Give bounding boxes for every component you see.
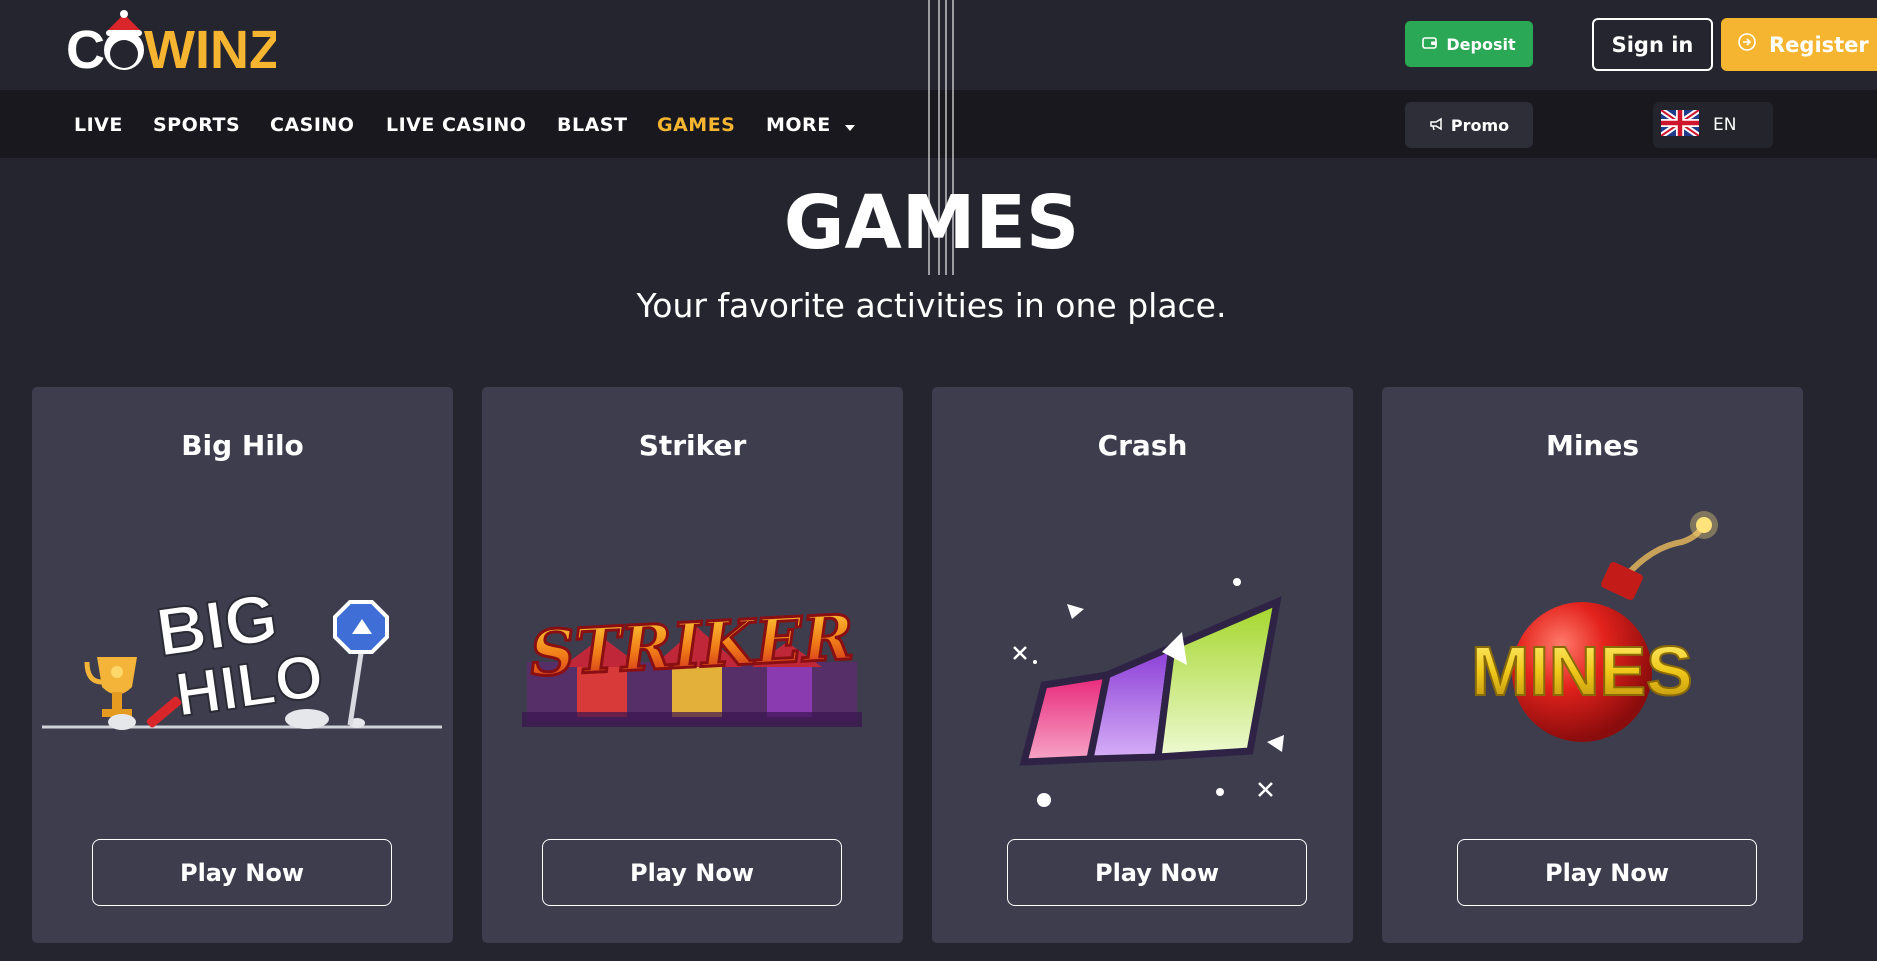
deposit-button[interactable]: Deposit bbox=[1405, 21, 1533, 67]
promo-button[interactable]: Promo bbox=[1405, 102, 1533, 148]
game-title: Big Hilo bbox=[181, 429, 304, 462]
language-label: EN bbox=[1713, 115, 1737, 135]
game-card-crash: Crash Play Now bbox=[932, 387, 1353, 943]
sign-in-button[interactable]: Sign in bbox=[1592, 18, 1713, 71]
wallet-icon bbox=[1422, 35, 1438, 54]
play-now-button[interactable]: Play Now bbox=[1457, 839, 1757, 906]
page-title: GAMES bbox=[783, 180, 1080, 266]
page-subtitle: Your favorite activities in one place. bbox=[636, 286, 1227, 325]
nav-item-more-label: MORE bbox=[766, 114, 831, 136]
play-now-button[interactable]: Play Now bbox=[542, 839, 842, 906]
nav-item-casino[interactable]: CASINO bbox=[270, 114, 354, 136]
caret-down-icon bbox=[844, 115, 856, 137]
nav-item-more[interactable]: MORE bbox=[766, 114, 856, 137]
striker-image: STRIKER bbox=[482, 507, 903, 807]
game-title: Mines bbox=[1545, 429, 1640, 462]
nav-item-live-casino[interactable]: LIVE CASINO bbox=[386, 114, 526, 136]
sign-in-label: Sign in bbox=[1611, 32, 1694, 57]
big-hilo-image: BIG HILO bbox=[32, 507, 453, 807]
logo-mark: C WINZ bbox=[66, 10, 282, 80]
game-title: Crash bbox=[1097, 429, 1188, 462]
nav-item-games[interactable]: GAMES bbox=[657, 114, 735, 136]
nav-item-live[interactable]: LIVE bbox=[74, 114, 123, 136]
game-card-striker: Striker STRIKER Play Now bbox=[482, 387, 903, 943]
site-logo[interactable]: C WINZ bbox=[66, 10, 282, 80]
deposit-label: Deposit bbox=[1446, 34, 1516, 54]
game-title: Striker bbox=[638, 429, 747, 462]
svg-text:C: C bbox=[66, 20, 105, 80]
crash-image bbox=[932, 507, 1353, 807]
logo-text: WINZ bbox=[144, 20, 276, 80]
game-card-mines: Mines MINES Play Now bbox=[1382, 387, 1803, 943]
uk-flag-icon bbox=[1659, 107, 1701, 141]
language-selector[interactable]: EN bbox=[1653, 102, 1773, 148]
svg-text:MINES: MINES bbox=[1471, 632, 1693, 710]
play-now-button[interactable]: Play Now bbox=[1007, 839, 1307, 906]
register-label: Register bbox=[1769, 32, 1869, 57]
promo-label: Promo bbox=[1450, 115, 1510, 135]
register-button[interactable]: Register bbox=[1721, 18, 1877, 71]
megaphone-icon bbox=[1429, 116, 1443, 135]
game-card-big-hilo: Big Hilo BIG HILO Play Now bbox=[32, 387, 453, 943]
login-arrow-icon bbox=[1737, 32, 1757, 57]
nav-item-sports[interactable]: SPORTS bbox=[153, 114, 240, 136]
nav-item-blast[interactable]: BLAST bbox=[557, 114, 627, 136]
play-now-button[interactable]: Play Now bbox=[92, 839, 392, 906]
mines-image: MINES bbox=[1382, 507, 1803, 807]
